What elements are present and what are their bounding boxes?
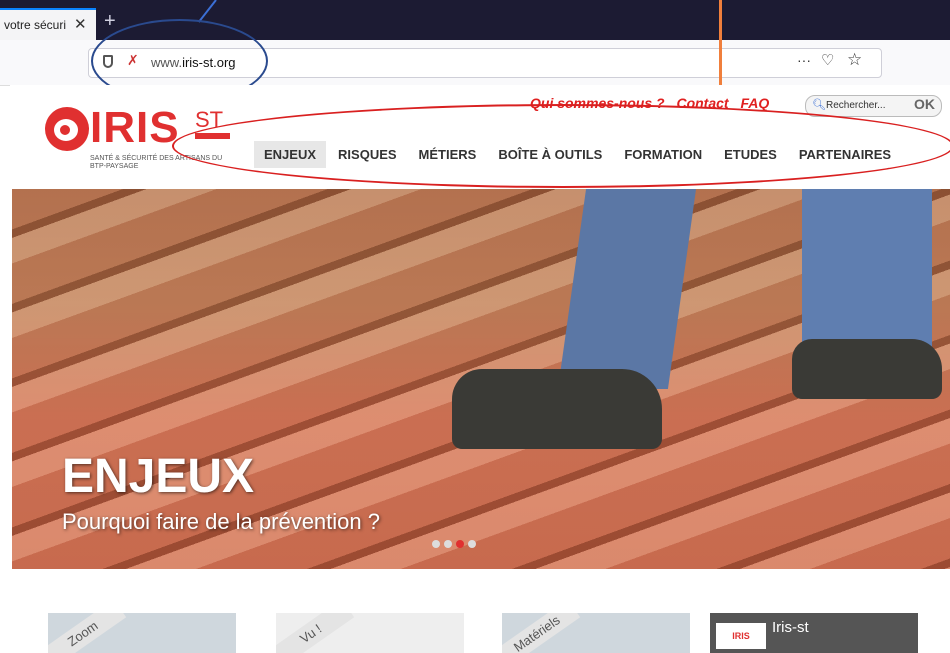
logo-name: IRIS	[90, 103, 180, 152]
nav-enjeux[interactable]: ENJEUX	[254, 141, 327, 168]
slider-dot-active[interactable]	[456, 540, 464, 548]
hero-subtitle: Pourquoi faire de la prévention ?	[62, 509, 380, 534]
logo-underline	[195, 133, 230, 139]
logo-tagline: SANTÉ & SÉCURITÉ DES ARTISANS DU BTP-PAY…	[90, 155, 223, 170]
address-bar[interactable]: ✗ www.iris-st.org ··· ♡ ☆	[88, 48, 882, 78]
bookmark-star-icon[interactable]: ☆	[847, 50, 862, 70]
url-text[interactable]: www.iris-st.org	[151, 55, 236, 70]
hero-title: ENJEUX	[62, 450, 255, 503]
nav-boite-a-outils[interactable]: BOÎTE À OUTILS	[488, 141, 612, 168]
boot-image	[452, 369, 662, 449]
boot-image	[792, 339, 942, 399]
website-page: Qui sommes-nous ? Contact FAQ 🔍︎ Recherc…	[10, 85, 950, 653]
search-input[interactable]: Rechercher...	[826, 100, 885, 111]
card-materiels[interactable]: Matériels	[502, 613, 690, 653]
nav-etudes[interactable]: ETUDES	[714, 141, 787, 168]
top-links: Qui sommes-nous ? Contact FAQ	[530, 95, 777, 111]
card-iris-name: Iris-st	[772, 619, 809, 636]
worker-leg-image	[802, 189, 932, 359]
search-icon: 🔍︎	[812, 99, 826, 111]
card-ribbon: Matériels	[502, 613, 581, 653]
card-ribbon: Zoom	[48, 613, 127, 653]
browser-tab[interactable]: votre sécuri ✕	[0, 8, 96, 40]
search-ok-button[interactable]: OK	[914, 96, 935, 112]
link-contact[interactable]: Contact	[676, 95, 728, 111]
card-zoom[interactable]: Zoom	[48, 613, 236, 653]
link-about[interactable]: Qui sommes-nous ?	[530, 95, 665, 111]
slider-dot[interactable]	[432, 540, 440, 548]
logo-eye-icon	[45, 107, 89, 151]
tracking-shield-icon[interactable]	[103, 55, 113, 68]
card-vu[interactable]: Vu !	[276, 613, 464, 653]
nav-risques[interactable]: RISQUES	[328, 141, 407, 168]
tab-title: votre sécuri	[4, 18, 67, 32]
iris-mini-logo: IRIS	[716, 623, 766, 649]
logo-sup: ST	[195, 107, 224, 132]
card-iris-st[interactable]: IRIS Iris-st	[710, 613, 918, 653]
main-nav: ENJEUX RISQUES MÉTIERS BOÎTE À OUTILS FO…	[254, 141, 903, 168]
nav-partenaires[interactable]: PARTENAIRES	[789, 141, 901, 168]
slider-dot[interactable]	[444, 540, 452, 548]
card-ribbon: Vu !	[276, 613, 355, 653]
link-faq[interactable]: FAQ	[740, 95, 769, 111]
insecure-connection-icon[interactable]: ✗	[127, 52, 139, 69]
hero-slider[interactable]: ENJEUX Pourquoi faire de la prévention ?	[12, 189, 950, 569]
nav-formation[interactable]: FORMATION	[614, 141, 712, 168]
pocket-icon[interactable]: ♡	[821, 51, 834, 69]
new-tab-button[interactable]: +	[104, 10, 116, 33]
close-tab-icon[interactable]: ✕	[74, 15, 87, 33]
card-row: Zoom Vu ! Matériels IRIS Iris-st	[10, 610, 950, 653]
search-box[interactable]: 🔍︎ Rechercher... OK	[805, 95, 942, 117]
browser-toolbar: ✗ www.iris-st.org ··· ♡ ☆	[0, 40, 950, 86]
page-actions-button[interactable]: ···	[797, 52, 811, 68]
tab-strip: votre sécuri ✕ +	[0, 0, 950, 40]
slider-dots	[432, 540, 480, 548]
slider-dot[interactable]	[468, 540, 476, 548]
nav-metiers[interactable]: MÉTIERS	[409, 141, 487, 168]
